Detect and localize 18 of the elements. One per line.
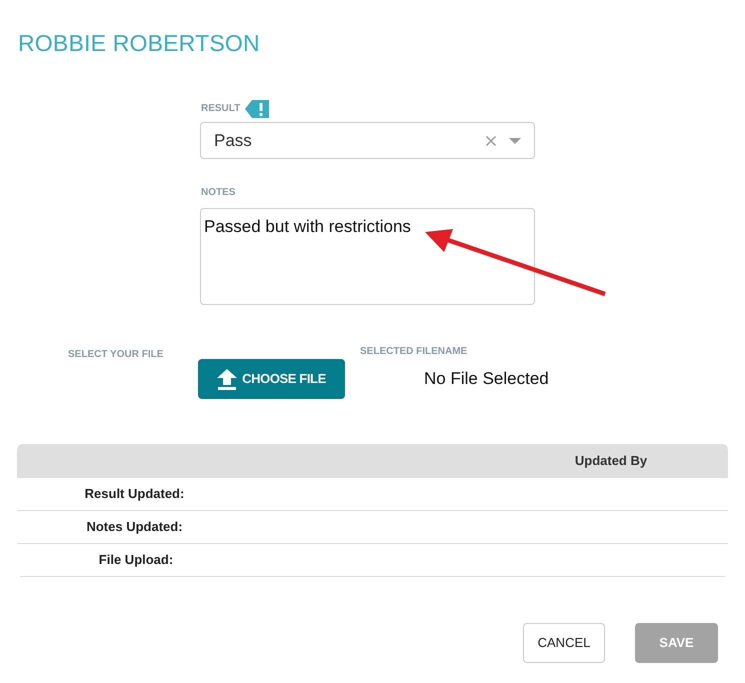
row-label: File Upload:: [98, 551, 174, 570]
upload-icon: [217, 368, 238, 390]
clear-icon[interactable]: [486, 136, 496, 146]
cancel-button[interactable]: CANCEL: [523, 623, 605, 663]
notes-label: NOTES: [201, 187, 236, 199]
notes-field[interactable]: Passed but with restrictions: [200, 208, 535, 305]
result-select[interactable]: Pass: [200, 122, 535, 159]
choose-file-button[interactable]: CHOOSE FILE: [198, 359, 345, 399]
caret-icon[interactable]: [509, 138, 521, 144]
selected-filename-label: SELECTED FILENAME: [360, 346, 468, 358]
page-title: ROBBIE ROBERTSON: [18, 30, 260, 56]
alert-tag-icon: [245, 100, 270, 118]
column-header: Updated By: [574, 452, 648, 470]
selected-filename: No File Selected: [424, 369, 549, 389]
select-file-label: SELECT YOUR FILE: [68, 349, 164, 360]
result-label: RESULT: [201, 103, 240, 115]
row-label: Result Updated:: [84, 485, 184, 504]
row-label: Notes Updated:: [86, 518, 183, 536]
